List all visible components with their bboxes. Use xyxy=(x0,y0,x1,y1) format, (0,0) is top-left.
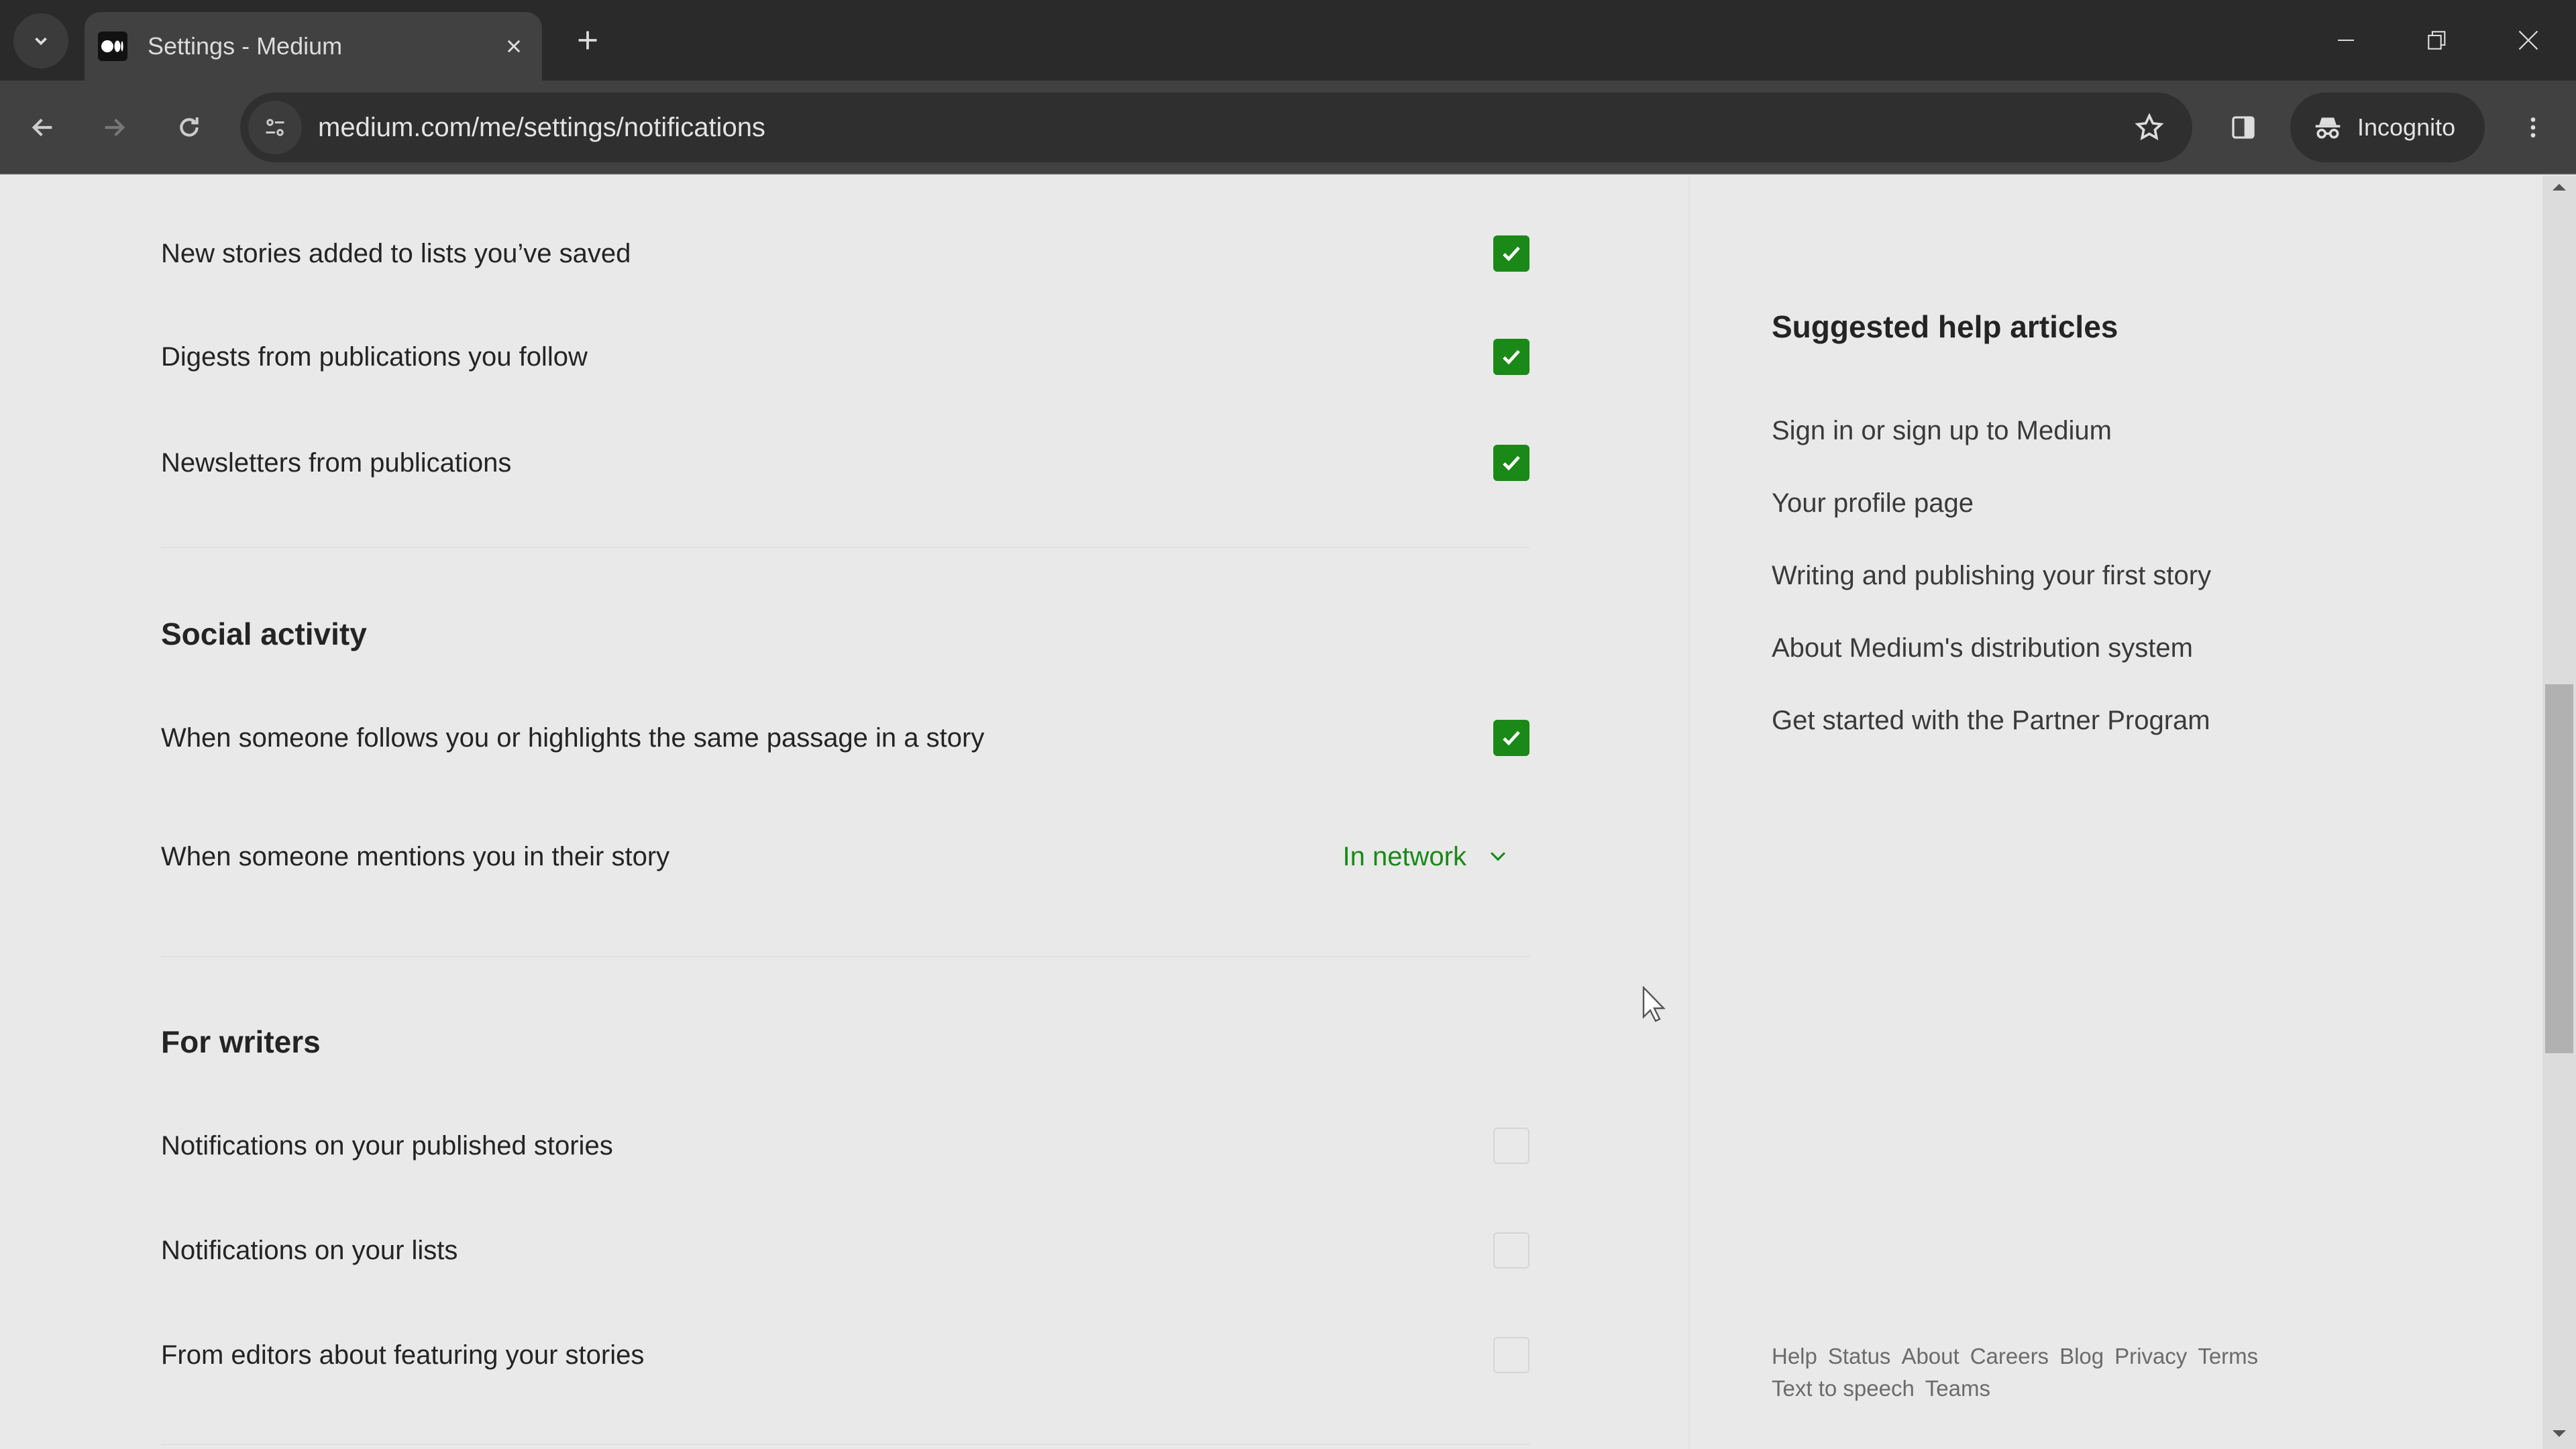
vertical-scrollbar[interactable] xyxy=(2542,176,2576,1449)
footer-link-help[interactable]: Help xyxy=(1772,1344,1817,1368)
reload-button[interactable] xyxy=(162,101,216,154)
restore-button[interactable] xyxy=(2394,0,2481,80)
minimize-button[interactable] xyxy=(2302,0,2390,80)
setting-row: New stories added to lists you’ve saved xyxy=(161,227,1529,280)
footer-links: Help Status About Careers Blog Privacy Terms T… xyxy=(1772,1340,2308,1405)
browser-menu-button[interactable] xyxy=(2506,101,2560,154)
setting-checkbox[interactable] xyxy=(1493,1128,1529,1164)
dropdown-value: In network xyxy=(1342,841,1466,871)
section-divider xyxy=(161,956,1529,957)
close-window-button[interactable] xyxy=(2485,0,2572,80)
footer-link-text-to-speech[interactable]: Text to speech xyxy=(1772,1376,1915,1401)
section-divider xyxy=(161,1444,1529,1445)
help-sidebar: Suggested help articles Sign in or sign … xyxy=(1688,176,2542,1449)
minimize-icon xyxy=(2338,40,2354,41)
close-icon xyxy=(2518,30,2538,50)
arrow-left-icon xyxy=(32,118,52,137)
incognito-icon xyxy=(2315,117,2341,139)
mouse-cursor-icon xyxy=(1642,985,1669,1027)
more-vertical-icon xyxy=(2530,117,2536,138)
close-tab-button[interactable] xyxy=(494,26,534,66)
setting-row: From editors about featuring your storie… xyxy=(161,1328,1529,1382)
restore-icon xyxy=(2428,31,2446,50)
site-info-button[interactable] xyxy=(248,101,302,154)
setting-row: Notifications on your lists xyxy=(161,1224,1529,1277)
help-article-link[interactable]: About Medium's distribution system xyxy=(1772,633,2193,663)
chevron-down-icon xyxy=(35,37,47,46)
side-panel-icon xyxy=(2232,116,2255,139)
setting-row: Notifications on your published stories xyxy=(161,1119,1529,1173)
tab-search-button[interactable] xyxy=(13,13,68,68)
setting-label: When someone mentions you in their story xyxy=(161,841,670,871)
reload-icon xyxy=(180,117,199,137)
setting-label: New stories added to lists you’ve saved xyxy=(161,238,631,268)
setting-label: From editors about featuring your storie… xyxy=(161,1340,645,1370)
scroll-down-icon[interactable] xyxy=(2551,1429,2567,1438)
checkmark-icon xyxy=(1503,350,1520,365)
setting-label: Notifications on your published stories xyxy=(161,1130,613,1161)
sidebar-title: Suggested help articles xyxy=(1772,309,2118,344)
incognito-indicator[interactable]: Incognito xyxy=(2290,93,2485,162)
help-article-link[interactable]: Your profile page xyxy=(1772,488,1974,519)
chevron-down-icon xyxy=(1487,845,1509,868)
footer-link-teams[interactable]: Teams xyxy=(1925,1376,1990,1401)
mentions-dropdown[interactable]: In network xyxy=(1342,842,1509,872)
setting-label: Digests from publications you follow xyxy=(161,341,588,372)
tab-bar: Settings - Medium xyxy=(0,0,2576,80)
scroll-up-icon[interactable] xyxy=(2551,182,2567,192)
section-title-social-activity: Social activity xyxy=(161,616,367,651)
setting-checkbox[interactable] xyxy=(1493,445,1529,481)
setting-checkbox[interactable] xyxy=(1493,1337,1529,1373)
settings-page: New stories added to lists you’ve saved … xyxy=(0,176,2542,1449)
footer-link-careers[interactable]: Careers xyxy=(1970,1344,2049,1368)
setting-row: When someone follows you or highlights t… xyxy=(161,711,1529,765)
browser-toolbar: medium.com/me/settings/notifications Inc… xyxy=(0,80,2576,174)
footer-link-status[interactable]: Status xyxy=(1828,1344,1891,1368)
setting-label: When someone follows you or highlights t… xyxy=(161,722,985,753)
setting-checkbox[interactable] xyxy=(1493,235,1529,272)
help-article-link[interactable]: Get started with the Partner Program xyxy=(1772,706,2210,736)
checkmark-icon xyxy=(1503,731,1520,746)
close-icon xyxy=(507,40,521,53)
scrollbar-thumb[interactable] xyxy=(2545,684,2573,1053)
help-article-link[interactable]: Sign in or sign up to Medium xyxy=(1772,416,2112,446)
forward-button[interactable] xyxy=(87,101,141,154)
section-title-for-writers: For writers xyxy=(161,1024,321,1059)
address-bar[interactable]: medium.com/me/settings/notifications xyxy=(240,93,2192,162)
arrow-right-icon xyxy=(105,118,125,137)
star-icon xyxy=(2135,113,2164,141)
setting-row: Newsletters from publications xyxy=(161,436,1529,490)
new-tab-button[interactable] xyxy=(568,20,608,60)
setting-row: Digests from publications you follow xyxy=(161,330,1529,384)
help-article-link[interactable]: Writing and publishing your first story xyxy=(1772,561,2211,591)
setting-checkbox[interactable] xyxy=(1493,1232,1529,1269)
footer-link-about[interactable]: About xyxy=(1901,1344,1959,1368)
tune-icon xyxy=(266,119,284,136)
plus-icon xyxy=(578,31,597,50)
side-panel-button[interactable] xyxy=(2216,101,2270,154)
footer-link-blog[interactable]: Blog xyxy=(2059,1344,2104,1368)
setting-label: Newsletters from publications xyxy=(161,447,512,478)
tab-settings-medium[interactable]: Settings - Medium xyxy=(85,12,542,80)
section-divider xyxy=(161,547,1529,548)
medium-logo-icon xyxy=(98,32,127,61)
setting-row: When someone mentions you in their story… xyxy=(161,830,1529,883)
setting-checkbox[interactable] xyxy=(1493,339,1529,375)
tab-title: Settings - Medium xyxy=(148,32,343,60)
back-button[interactable] xyxy=(16,101,70,154)
checkmark-icon xyxy=(1503,246,1520,262)
url-text[interactable]: medium.com/me/settings/notifications xyxy=(318,113,2123,143)
footer-link-terms[interactable]: Terms xyxy=(2198,1344,2258,1368)
setting-checkbox[interactable] xyxy=(1493,720,1529,756)
checkmark-icon xyxy=(1503,455,1520,471)
footer-link-privacy[interactable]: Privacy xyxy=(2114,1344,2187,1368)
setting-label: Notifications on your lists xyxy=(161,1235,458,1265)
bookmark-button[interactable] xyxy=(2123,101,2176,154)
incognito-label: Incognito xyxy=(2357,113,2456,141)
